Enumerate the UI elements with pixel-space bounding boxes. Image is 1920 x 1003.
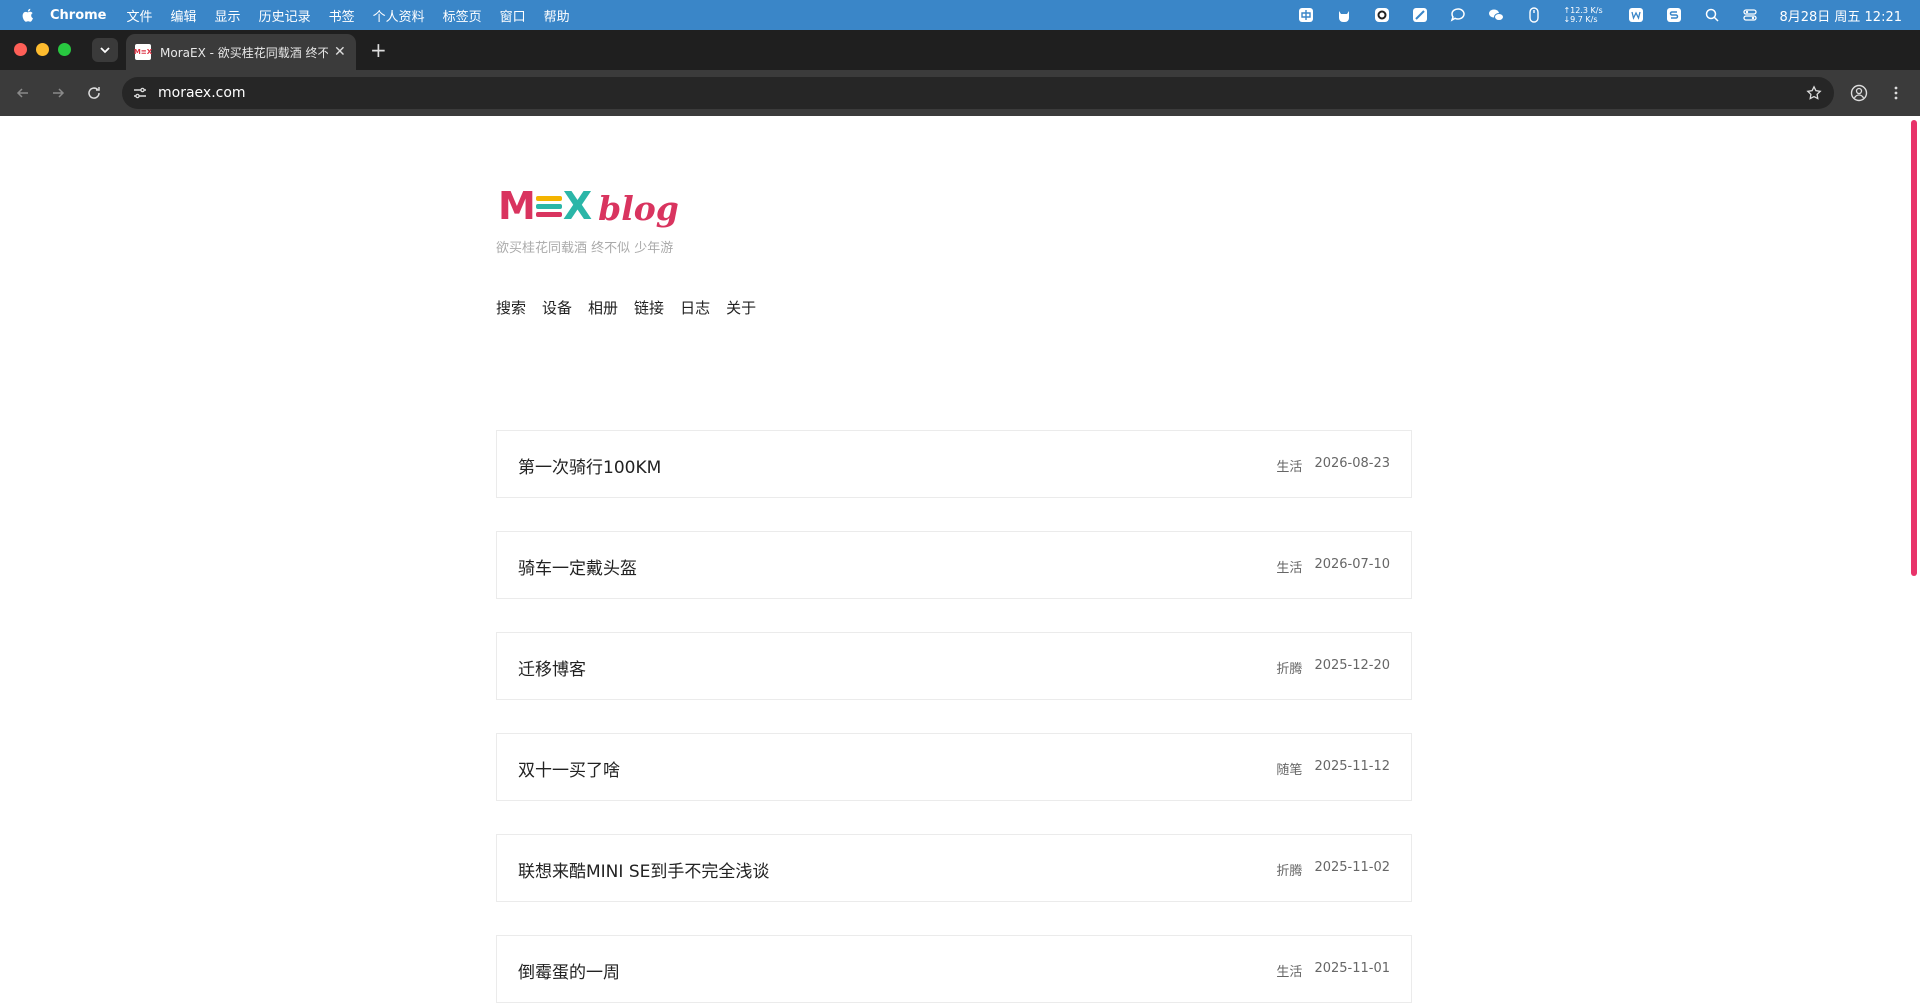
profile-button[interactable] bbox=[1849, 83, 1869, 103]
url-text[interactable]: moraex.com bbox=[158, 85, 246, 101]
window-minimize-button[interactable] bbox=[36, 43, 49, 56]
tab-strip: M≡X MoraEX - 欲买桂花同载酒 终不似 ✕ + bbox=[0, 30, 1920, 70]
post-date: 2025-11-12 bbox=[1314, 759, 1390, 774]
apple-logo-icon[interactable] bbox=[20, 7, 36, 23]
site-nav: 搜索 设备 相册 链接 日志 关于 bbox=[496, 297, 772, 318]
post-date: 2025-11-02 bbox=[1314, 860, 1390, 875]
post-category[interactable]: 折腾 bbox=[1276, 658, 1302, 677]
kebab-menu-icon bbox=[1894, 86, 1898, 100]
menu-bar-tray: ↑12.3 K/s ↓9.7 K/s 8月28日 周五 12:21 bbox=[1297, 0, 1920, 30]
new-tab-plus-icon[interactable]: + bbox=[370, 38, 387, 62]
menu-item-edit[interactable]: 编辑 bbox=[171, 6, 197, 25]
download-speed: ↓9.7 K/s bbox=[1563, 15, 1598, 24]
menu-item-help[interactable]: 帮助 bbox=[544, 6, 570, 25]
wechat-icon[interactable] bbox=[1487, 7, 1505, 23]
word-app-icon[interactable] bbox=[1627, 7, 1645, 23]
logo-blog-text: blog bbox=[598, 189, 679, 228]
menu-item-tab[interactable]: 标签页 bbox=[443, 6, 482, 25]
post-meta: 生活 2025-11-01 bbox=[1276, 961, 1390, 980]
menu-item-view[interactable]: 显示 bbox=[215, 6, 241, 25]
arrow-left-icon bbox=[16, 88, 28, 98]
post-title[interactable]: 迁移博客 bbox=[518, 655, 586, 680]
address-bar[interactable]: moraex.com bbox=[122, 77, 1834, 109]
tab-favicon: M≡X bbox=[134, 44, 152, 60]
window-close-button[interactable] bbox=[14, 43, 27, 56]
notes-app-icon[interactable] bbox=[1411, 7, 1429, 23]
post-meta: 生活 2026-08-23 bbox=[1276, 456, 1390, 475]
post-category[interactable]: 生活 bbox=[1276, 456, 1302, 475]
post-meta: 生活 2026-07-10 bbox=[1276, 557, 1390, 576]
post-title[interactable]: 双十一买了啥 bbox=[518, 756, 620, 781]
nav-links[interactable]: 链接 bbox=[634, 297, 664, 318]
post-title[interactable]: 倒霉蛋的一周 bbox=[518, 958, 620, 983]
s-app-icon[interactable] bbox=[1665, 7, 1683, 23]
tab-close-icon[interactable]: ✕ bbox=[334, 44, 346, 60]
post-category[interactable]: 随笔 bbox=[1276, 759, 1302, 778]
page-scrollbar[interactable] bbox=[1911, 120, 1917, 576]
input-method-icon[interactable] bbox=[1297, 7, 1315, 23]
post-date: 2026-08-23 bbox=[1314, 456, 1390, 471]
cat-app-icon[interactable] bbox=[1335, 7, 1353, 23]
post-meta: 折腾 2025-12-20 bbox=[1276, 658, 1390, 677]
menu-item-file[interactable]: 文件 bbox=[127, 6, 153, 25]
site-logo[interactable]: M X blog bbox=[498, 184, 679, 228]
tab-search-button[interactable] bbox=[92, 38, 118, 62]
post-date: 2026-07-10 bbox=[1314, 557, 1390, 572]
logo-letter-x: X bbox=[562, 184, 593, 228]
menu-item-bookmarks[interactable]: 书签 bbox=[329, 6, 355, 25]
forward-button[interactable] bbox=[48, 83, 68, 103]
spotlight-search-icon[interactable] bbox=[1703, 7, 1721, 23]
nav-devices[interactable]: 设备 bbox=[542, 297, 572, 318]
bookmark-star-icon[interactable] bbox=[1806, 85, 1822, 101]
reload-button[interactable] bbox=[84, 83, 104, 103]
post-title[interactable]: 骑车一定戴头盔 bbox=[518, 554, 637, 579]
chat-bubble-icon[interactable] bbox=[1449, 7, 1467, 23]
post-meta: 随笔 2025-11-12 bbox=[1276, 759, 1390, 778]
site-slogan: 欲买桂花同载酒 终不似 少年游 bbox=[496, 241, 674, 256]
control-center-icon[interactable] bbox=[1741, 7, 1759, 23]
post-category[interactable]: 生活 bbox=[1276, 557, 1302, 576]
post-title[interactable]: 第一次骑行100KM bbox=[518, 453, 661, 478]
post-card[interactable]: 骑车一定戴头盔 生活 2026-07-10 bbox=[496, 531, 1412, 599]
menu-item-profiles[interactable]: 个人资料 bbox=[373, 6, 425, 25]
post-category[interactable]: 生活 bbox=[1276, 961, 1302, 980]
post-title[interactable]: 联想来酷MINI SE到手不完全浅谈 bbox=[518, 857, 769, 882]
post-card[interactable]: 迁移博客 折腾 2025-12-20 bbox=[496, 632, 1412, 700]
logo-letter-m: M bbox=[498, 184, 536, 228]
reload-icon bbox=[88, 87, 100, 99]
menu-item-history[interactable]: 历史记录 bbox=[259, 6, 311, 25]
post-date: 2025-12-20 bbox=[1314, 658, 1390, 673]
arrow-right-icon bbox=[53, 88, 65, 98]
chevron-down-icon bbox=[100, 47, 110, 54]
tab-title: MoraEX - 欲买桂花同载酒 终不似 bbox=[160, 45, 328, 60]
window-zoom-button[interactable] bbox=[58, 43, 71, 56]
tab-moraex[interactable]: M≡X MoraEX - 欲买桂花同载酒 终不似 ✕ bbox=[126, 34, 356, 70]
nav-about[interactable]: 关于 bbox=[726, 297, 756, 318]
nav-search[interactable]: 搜索 bbox=[496, 297, 526, 318]
post-card[interactable]: 第一次骑行100KM 生活 2026-08-23 bbox=[496, 430, 1412, 498]
web-page: M X blog 欲买桂花同载酒 终不似 少年游 搜索 设备 相册 链接 日志 … bbox=[0, 116, 1920, 1003]
post-category[interactable]: 折腾 bbox=[1276, 860, 1302, 879]
menu-app-name[interactable]: Chrome bbox=[50, 8, 107, 23]
profile-icon bbox=[1850, 84, 1868, 102]
menu-item-window[interactable]: 窗口 bbox=[500, 6, 526, 25]
post-card[interactable]: 双十一买了啥 随笔 2025-11-12 bbox=[496, 733, 1412, 801]
back-button[interactable] bbox=[13, 83, 33, 103]
menu-bar: Chrome 文件 编辑 显示 历史记录 书签 个人资料 标签页 窗口 帮助 ↑… bbox=[0, 0, 1920, 30]
post-card[interactable]: 联想来酷MINI SE到手不完全浅谈 折腾 2025-11-02 bbox=[496, 834, 1412, 902]
nav-log[interactable]: 日志 bbox=[680, 297, 710, 318]
post-date: 2025-11-01 bbox=[1314, 961, 1390, 976]
logo-equals-icon bbox=[535, 192, 562, 222]
g-app-icon[interactable] bbox=[1373, 7, 1391, 23]
site-info-icon[interactable] bbox=[132, 85, 148, 101]
post-meta: 折腾 2025-11-02 bbox=[1276, 860, 1390, 879]
chrome-menu-button[interactable] bbox=[1886, 83, 1906, 103]
browser-toolbar: moraex.com bbox=[0, 70, 1920, 116]
menu-clock[interactable]: 8月28日 周五 12:21 bbox=[1779, 6, 1902, 25]
mouse-icon[interactable] bbox=[1525, 7, 1543, 23]
network-speed: ↑12.3 K/s ↓9.7 K/s bbox=[1563, 6, 1605, 24]
nav-album[interactable]: 相册 bbox=[588, 297, 618, 318]
upload-speed: ↑12.3 K/s bbox=[1563, 6, 1603, 15]
post-card[interactable]: 倒霉蛋的一周 生活 2025-11-01 bbox=[496, 935, 1412, 1003]
